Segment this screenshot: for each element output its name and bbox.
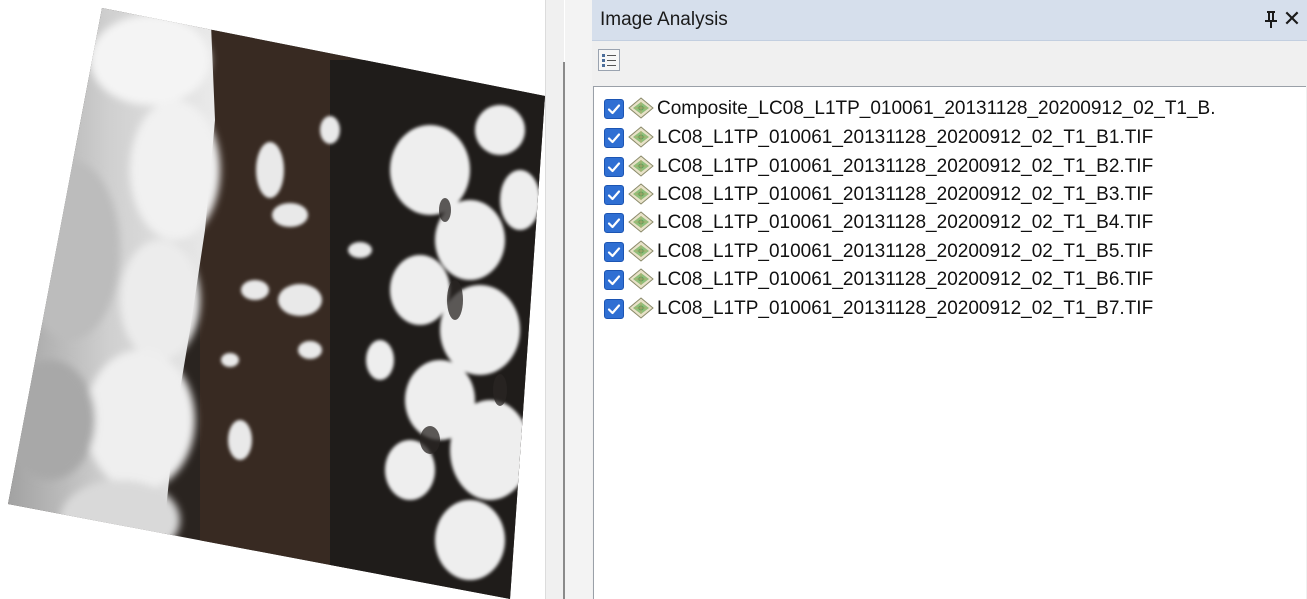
- layer-name: LC08_L1TP_010061_20131128_20200912_02_T1…: [657, 212, 1154, 233]
- pin-icon[interactable]: [1261, 8, 1281, 30]
- list-item[interactable]: LC08_L1TP_010061_20131128_20200912_02_T1…: [604, 209, 1304, 237]
- list-item[interactable]: LC08_L1TP_010061_20131128_20200912_02_T1…: [604, 266, 1304, 294]
- checkbox-checked-icon[interactable]: [604, 299, 624, 319]
- close-icon[interactable]: ✕: [1281, 7, 1303, 31]
- image-analysis-window: Image Analysis ✕ Composite_LC08_L1TP_010…: [592, 0, 1307, 599]
- layer-name: LC08_L1TP_010061_20131128_20200912_02_T1…: [657, 127, 1154, 148]
- checkbox-checked-icon[interactable]: [604, 157, 624, 177]
- checkbox-checked-icon[interactable]: [604, 213, 624, 233]
- layer-name: LC08_L1TP_010061_20131128_20200912_02_T1…: [657, 298, 1154, 319]
- raster-layer-icon: [628, 268, 654, 290]
- raster-layer-icon: [628, 97, 654, 119]
- layer-name: LC08_L1TP_010061_20131128_20200912_02_T1…: [657, 269, 1154, 290]
- layer-name: LC08_L1TP_010061_20131128_20200912_02_T1…: [657, 184, 1154, 205]
- window-title-bar[interactable]: Image Analysis ✕: [592, 0, 1307, 41]
- list-item[interactable]: LC08_L1TP_010061_20131128_20200912_02_T1…: [604, 153, 1304, 181]
- toolbar: [592, 41, 1307, 85]
- splitter-gap: [565, 0, 592, 599]
- raster-layer-icon: [628, 211, 654, 233]
- raster-layer-icon: [628, 183, 654, 205]
- raster-layer-icon: [628, 297, 654, 319]
- checkbox-checked-icon[interactable]: [604, 270, 624, 290]
- raster-layer-icon: [628, 155, 654, 177]
- layer-name: LC08_L1TP_010061_20131128_20200912_02_T1…: [657, 241, 1154, 262]
- list-options-icon[interactable]: [598, 49, 620, 71]
- layer-name: Composite_LC08_L1TP_010061_20131128_2020…: [657, 98, 1216, 119]
- checkbox-checked-icon[interactable]: [604, 242, 624, 262]
- raster-layer-icon: [628, 240, 654, 262]
- list-item[interactable]: LC08_L1TP_010061_20131128_20200912_02_T1…: [604, 295, 1304, 323]
- checkbox-checked-icon[interactable]: [604, 185, 624, 205]
- map-view[interactable]: [0, 0, 545, 599]
- list-item[interactable]: LC08_L1TP_010061_20131128_20200912_02_T1…: [604, 238, 1304, 266]
- list-item[interactable]: LC08_L1TP_010061_20131128_20200912_02_T1…: [604, 181, 1304, 209]
- window-splitter[interactable]: [545, 0, 564, 599]
- window-title: Image Analysis: [600, 9, 728, 30]
- layer-name: LC08_L1TP_010061_20131128_20200912_02_T1…: [657, 156, 1154, 177]
- checkbox-checked-icon[interactable]: [604, 99, 624, 119]
- checkbox-checked-icon[interactable]: [604, 128, 624, 148]
- satellite-image: [8, 8, 545, 599]
- list-item[interactable]: Composite_LC08_L1TP_010061_20131128_2020…: [604, 95, 1304, 123]
- layer-list: Composite_LC08_L1TP_010061_20131128_2020…: [593, 86, 1306, 599]
- list-item[interactable]: LC08_L1TP_010061_20131128_20200912_02_T1…: [604, 124, 1304, 152]
- raster-layer-icon: [628, 126, 654, 148]
